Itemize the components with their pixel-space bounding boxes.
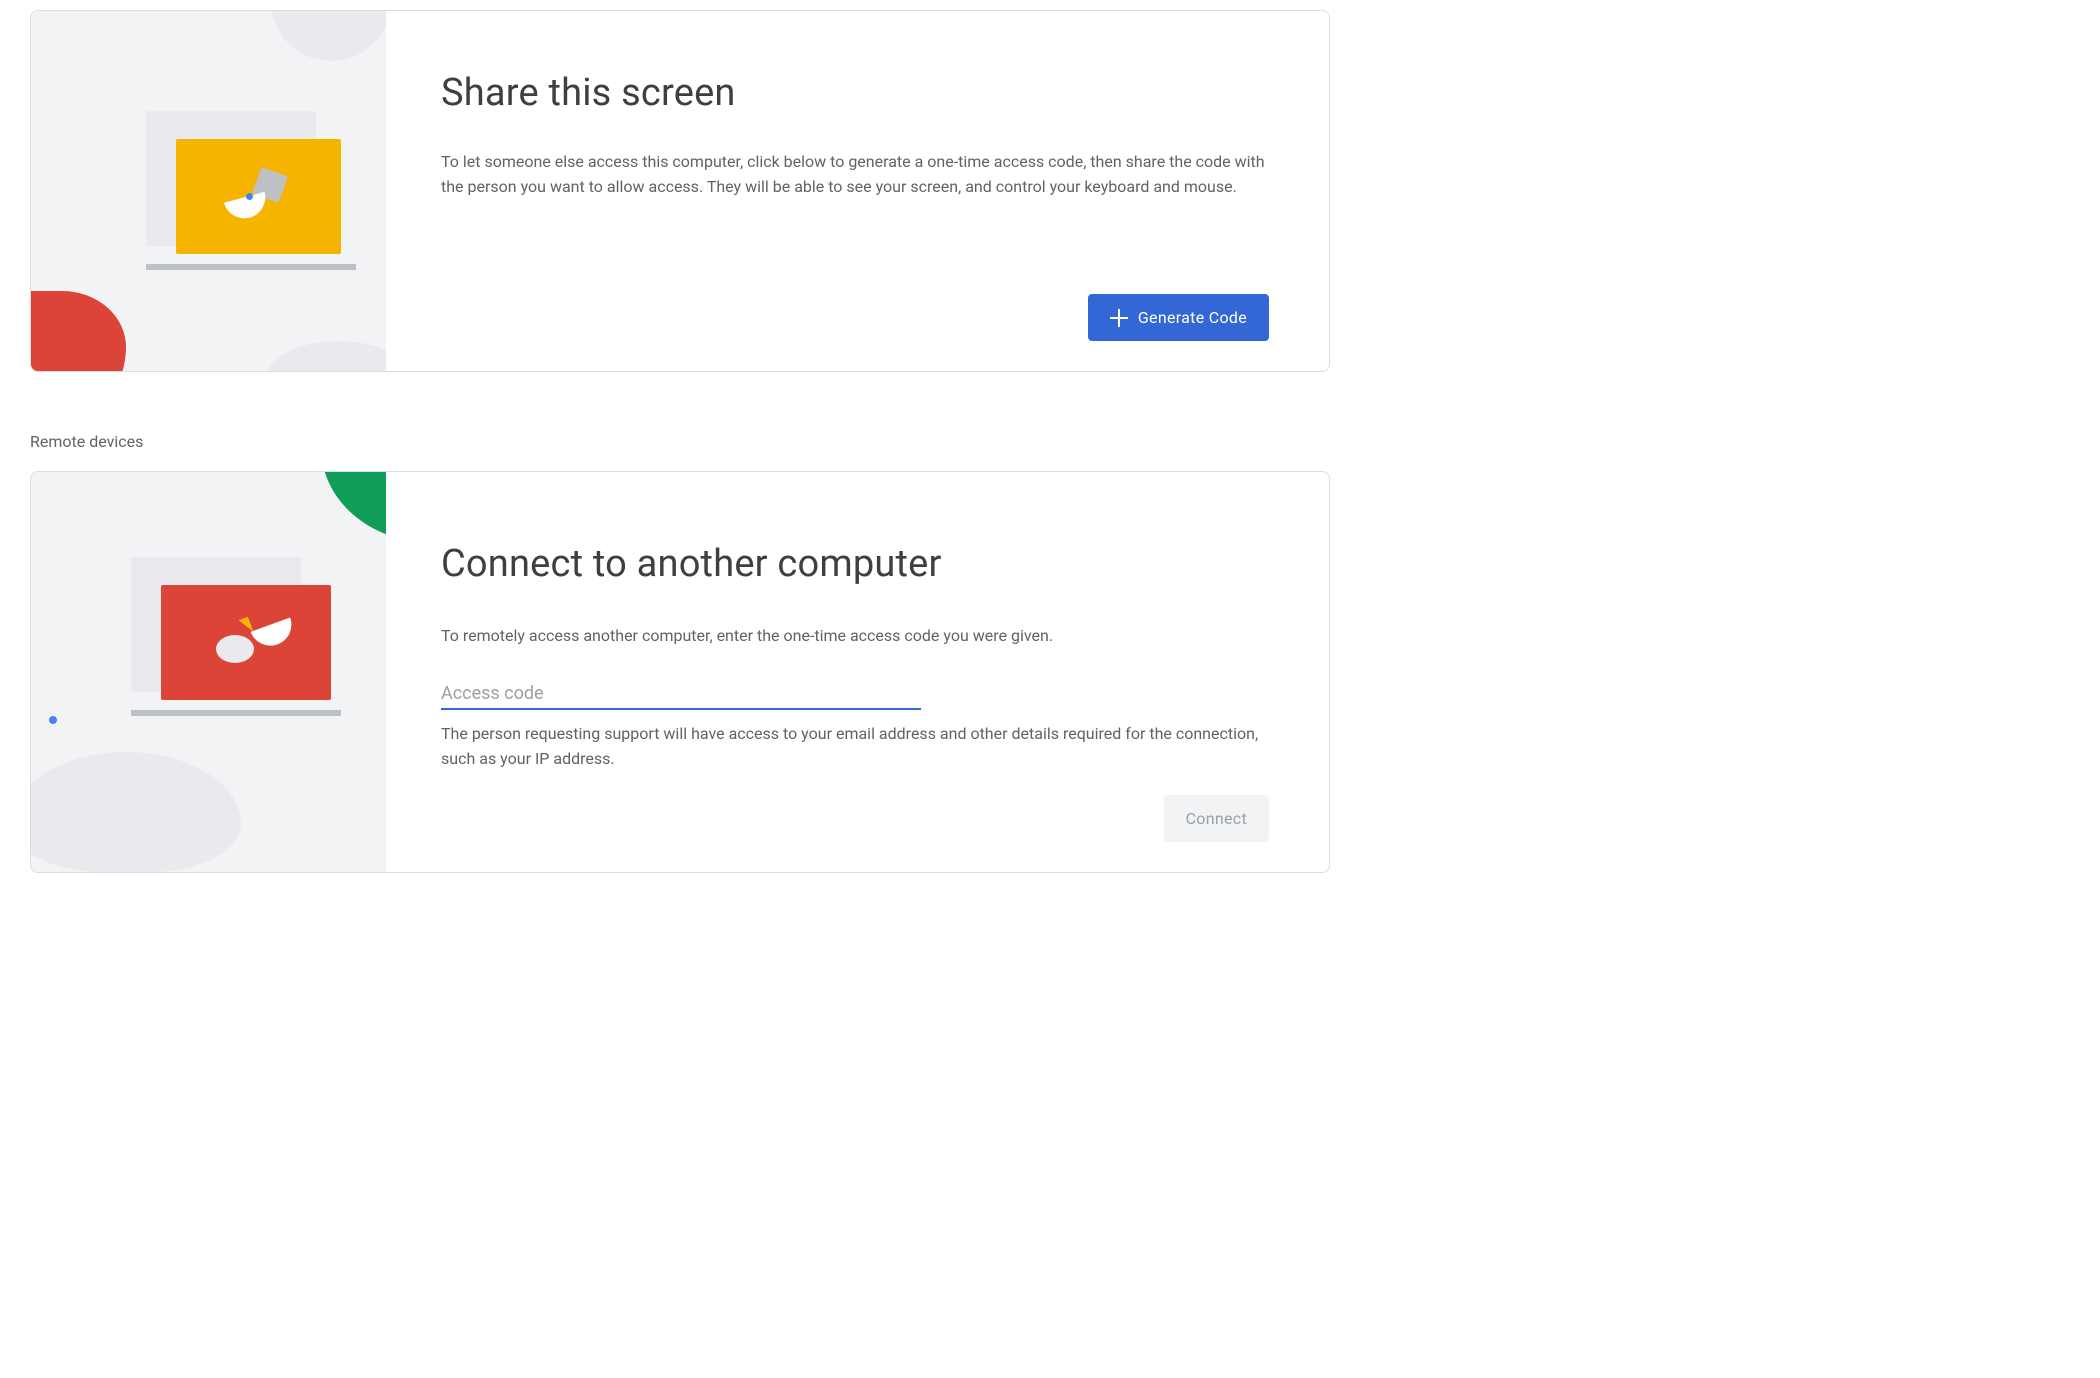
decorative-shape xyxy=(271,11,386,61)
decorative-shape xyxy=(146,264,356,270)
access-code-input[interactable] xyxy=(441,679,921,710)
decorative-shape xyxy=(216,635,254,663)
share-illustration xyxy=(31,11,386,371)
decorative-shape xyxy=(246,193,253,200)
decorative-shape xyxy=(49,716,57,724)
share-description: To let someone else access this computer… xyxy=(441,150,1269,200)
connect-description: To remotely access another computer, ent… xyxy=(441,624,1269,649)
generate-code-button-label: Generate Code xyxy=(1138,308,1247,327)
share-title: Share this screen xyxy=(441,71,1269,115)
connect-disclaimer: The person requesting support will have … xyxy=(441,722,1269,772)
decorative-shape xyxy=(321,472,386,542)
connect-title: Connect to another computer xyxy=(441,542,1269,586)
connect-button-label: Connect xyxy=(1186,809,1247,828)
connect-panel: Connect to another computer To remotely … xyxy=(30,471,1330,873)
decorative-shape xyxy=(31,752,241,872)
plus-icon xyxy=(1110,309,1128,327)
share-screen-panel: Share this screen To let someone else ac… xyxy=(30,10,1330,372)
decorative-shape xyxy=(131,710,341,716)
connect-illustration xyxy=(31,472,386,872)
decorative-shape xyxy=(31,291,126,371)
remote-devices-label: Remote devices xyxy=(30,432,1330,451)
generate-code-button[interactable]: Generate Code xyxy=(1088,294,1269,341)
connect-button[interactable]: Connect xyxy=(1164,795,1269,842)
decorative-shape xyxy=(266,341,386,371)
